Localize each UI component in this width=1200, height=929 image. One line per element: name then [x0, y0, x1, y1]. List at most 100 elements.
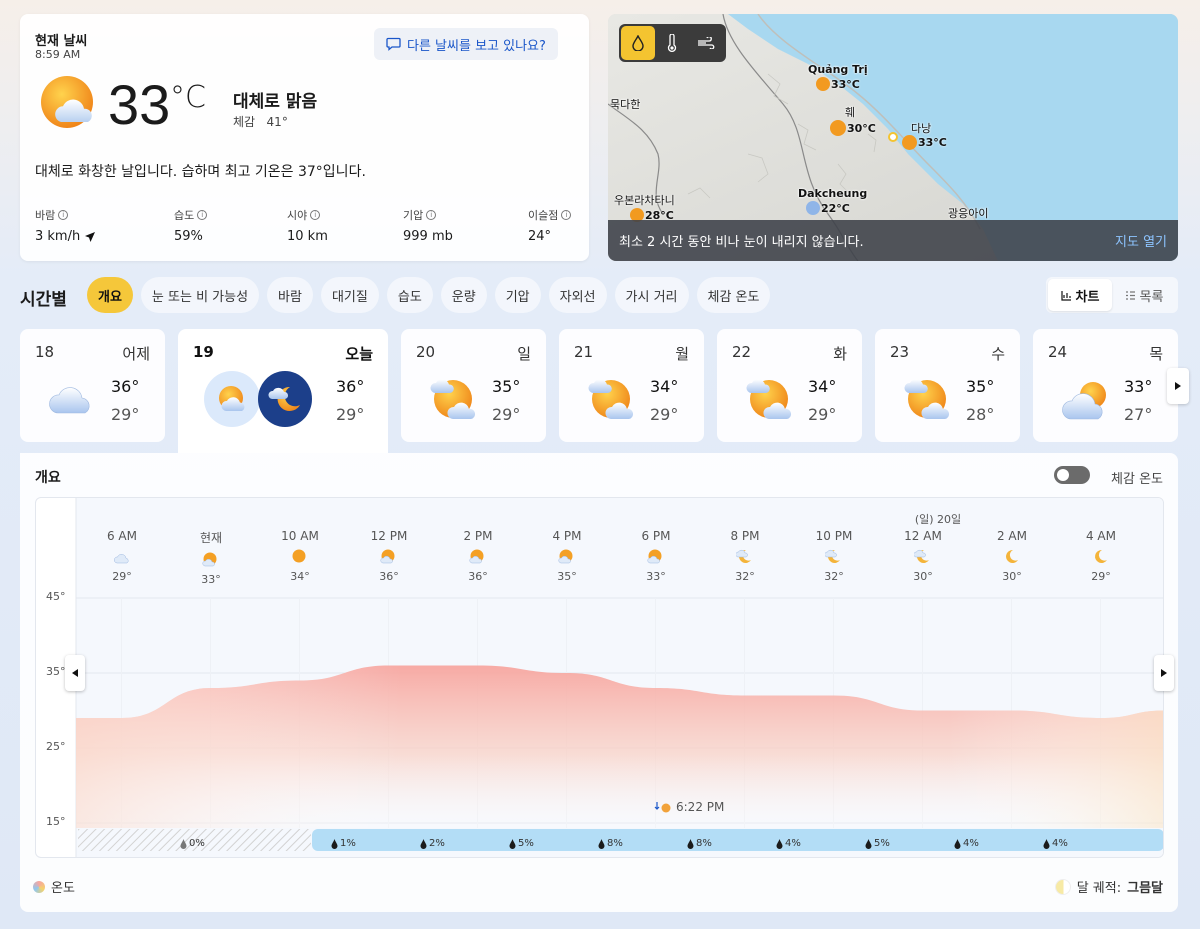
- hour-column[interactable]: 6 PM 33°: [616, 529, 696, 583]
- weather-map[interactable]: 묵다한 우본라차타니 광응아이 Quảng Trị 33°C 훼 30°C 다낭…: [608, 14, 1178, 261]
- day-card-19-today[interactable]: 19 오늘 36° 29°: [178, 329, 388, 453]
- map-precip-message: 최소 2 시간 동안 비나 눈이 내리지 않습니다.: [619, 235, 864, 250]
- chart-icon: [1060, 290, 1071, 301]
- temperature-layer-button[interactable]: [655, 26, 689, 60]
- hour-column[interactable]: 2 PM 36°: [438, 529, 518, 583]
- feels-like-toggle[interactable]: [1054, 466, 1090, 484]
- hour-column[interactable]: 2 AM 30°: [972, 529, 1052, 583]
- day-card-18[interactable]: 18 어제 36° 29°: [20, 329, 165, 442]
- hour-temperature: 35°: [557, 570, 577, 583]
- map-layer-switcher: [619, 24, 726, 62]
- tab-humidity[interactable]: 습도: [386, 277, 433, 313]
- partly-sunny-icon: [219, 386, 245, 411]
- day-card-23[interactable]: 23 수 35° 28°: [875, 329, 1020, 442]
- partly-sunny-icon: [902, 135, 917, 150]
- chart-next-button[interactable]: [1154, 655, 1174, 691]
- chart-prev-button[interactable]: [65, 655, 85, 691]
- y-axis-label: 45°: [46, 590, 66, 603]
- hour-column[interactable]: 12 PM 36°: [349, 529, 429, 583]
- precip-chance: 8%: [598, 838, 623, 849]
- view-toggle: 차트 목록: [1046, 277, 1178, 313]
- droplet-icon: [687, 838, 694, 849]
- tab-precip-chance[interactable]: 눈 또는 비 가능성: [140, 277, 260, 313]
- tab-cloud-cover[interactable]: 운량: [440, 277, 487, 313]
- list-view-button[interactable]: 목록: [1112, 279, 1176, 311]
- hour-temperature: 33°: [646, 570, 666, 583]
- tab-feels-like[interactable]: 체감 온도: [696, 277, 771, 313]
- hour-temperature: 30°: [1002, 570, 1022, 583]
- map-footer: 최소 2 시간 동안 비나 눈이 내리지 않습니다. 지도 열기: [608, 220, 1178, 261]
- map-label-mukdahan: 묵다한: [610, 98, 641, 111]
- stat-pressure: 기압 i 999 mb: [403, 209, 453, 244]
- open-map-link[interactable]: 지도 열기: [1115, 231, 1167, 250]
- overview-title: 개요: [35, 470, 61, 486]
- hour-column[interactable]: 4 PM 35°: [527, 529, 607, 583]
- precipitation-layer-button[interactable]: [621, 26, 655, 60]
- hour-column[interactable]: 6 AM 29°: [82, 529, 162, 583]
- droplet-icon: [954, 838, 961, 849]
- hour-label: 현재: [199, 531, 223, 545]
- chevron-right-icon: [1175, 382, 1181, 390]
- current-time: 8:59 AM: [35, 48, 81, 61]
- sunset-marker: 6:22 PM: [654, 800, 724, 814]
- day-card-24[interactable]: 24 목 33° 27°: [1033, 329, 1178, 442]
- day-card-22[interactable]: 22 화 34° 29°: [717, 329, 862, 442]
- partly-sunny-icon: [380, 549, 395, 564]
- hour-temperature: 33°: [201, 573, 221, 586]
- hour-column[interactable]: 4 AM 29°: [1061, 529, 1141, 583]
- partly-cloudy-night-icon: [825, 549, 840, 563]
- hour-temperature: 29°: [112, 570, 132, 583]
- hour-column[interactable]: 10 AM 34°: [260, 529, 340, 583]
- hourly-tabs: 개요 눈 또는 비 가능성 바람 대기질 습도 운량 기압 자외선 가시 거리 …: [87, 277, 771, 313]
- map-city-pin[interactable]: 33°C: [902, 135, 947, 150]
- day-card-21[interactable]: 21 월 34° 29°: [559, 329, 704, 442]
- day-card-20[interactable]: 20 일 35° 29°: [401, 329, 546, 442]
- tab-air-quality[interactable]: 대기질: [320, 277, 379, 313]
- info-icon: i: [426, 210, 437, 220]
- map-label-kwang: 광응아이: [948, 207, 989, 220]
- hour-label: 4 AM: [1085, 529, 1116, 543]
- hour-column[interactable]: 10 PM 32°: [794, 529, 874, 583]
- map-city-name: Quảng Trị: [808, 63, 868, 76]
- wind-layer-button[interactable]: [689, 26, 723, 60]
- partly-sunny-icon: [202, 552, 217, 567]
- hour-temperature: 34°: [290, 570, 310, 583]
- precip-chance: 2%: [420, 838, 445, 849]
- partly-cloudy-night-icon: [914, 549, 929, 563]
- feels-like: 체감 41°: [233, 115, 288, 129]
- legend-temperature: 온도: [33, 877, 75, 896]
- droplet-icon: [180, 838, 187, 849]
- next-days-button[interactable]: [1167, 368, 1189, 404]
- tab-pressure[interactable]: 기압: [494, 277, 541, 313]
- hour-column[interactable]: 현재 33°: [171, 529, 251, 586]
- temperature-unit[interactable]: °C: [170, 80, 206, 115]
- tab-uv[interactable]: 자외선: [548, 277, 607, 313]
- sunny-icon: [830, 120, 846, 136]
- precip-chance: 4%: [776, 838, 801, 849]
- current-condition: 대체로 맑음: [233, 92, 318, 112]
- droplet-icon: [509, 838, 516, 849]
- precip-chance: 5%: [865, 838, 890, 849]
- thermometer-icon: [667, 34, 677, 52]
- moon-icon: [1006, 549, 1018, 563]
- mostly-cloudy-icon: [1062, 382, 1106, 420]
- tab-overview[interactable]: 개요: [87, 277, 133, 313]
- hour-column[interactable]: 8 PM 32°: [705, 529, 785, 583]
- hour-column[interactable]: 12 AM 30°: [883, 529, 963, 583]
- hour-label: 12 PM: [370, 529, 408, 543]
- map-city-pin[interactable]: 33°C: [816, 77, 860, 91]
- y-axis-label: 35°: [46, 665, 66, 678]
- hour-label: 2 AM: [996, 529, 1027, 543]
- chart-view-button[interactable]: 차트: [1048, 279, 1112, 311]
- chat-icon: [386, 37, 401, 51]
- tab-visibility[interactable]: 가시 거리: [614, 277, 689, 313]
- tab-wind[interactable]: 바람: [267, 277, 313, 313]
- map-city-pin[interactable]: 30°C: [830, 120, 876, 136]
- map-city-name: 훼: [845, 106, 856, 119]
- hour-temperature: 32°: [735, 570, 755, 583]
- stat-dew-point: 이슬점 i 24°: [528, 207, 572, 244]
- other-weather-button[interactable]: 다른 날씨를 보고 있나요?: [374, 28, 558, 60]
- map-city-pin[interactable]: 22°C: [806, 201, 850, 215]
- map-city-name: Dakcheung: [798, 187, 868, 200]
- hour-label: 4 PM: [552, 529, 582, 543]
